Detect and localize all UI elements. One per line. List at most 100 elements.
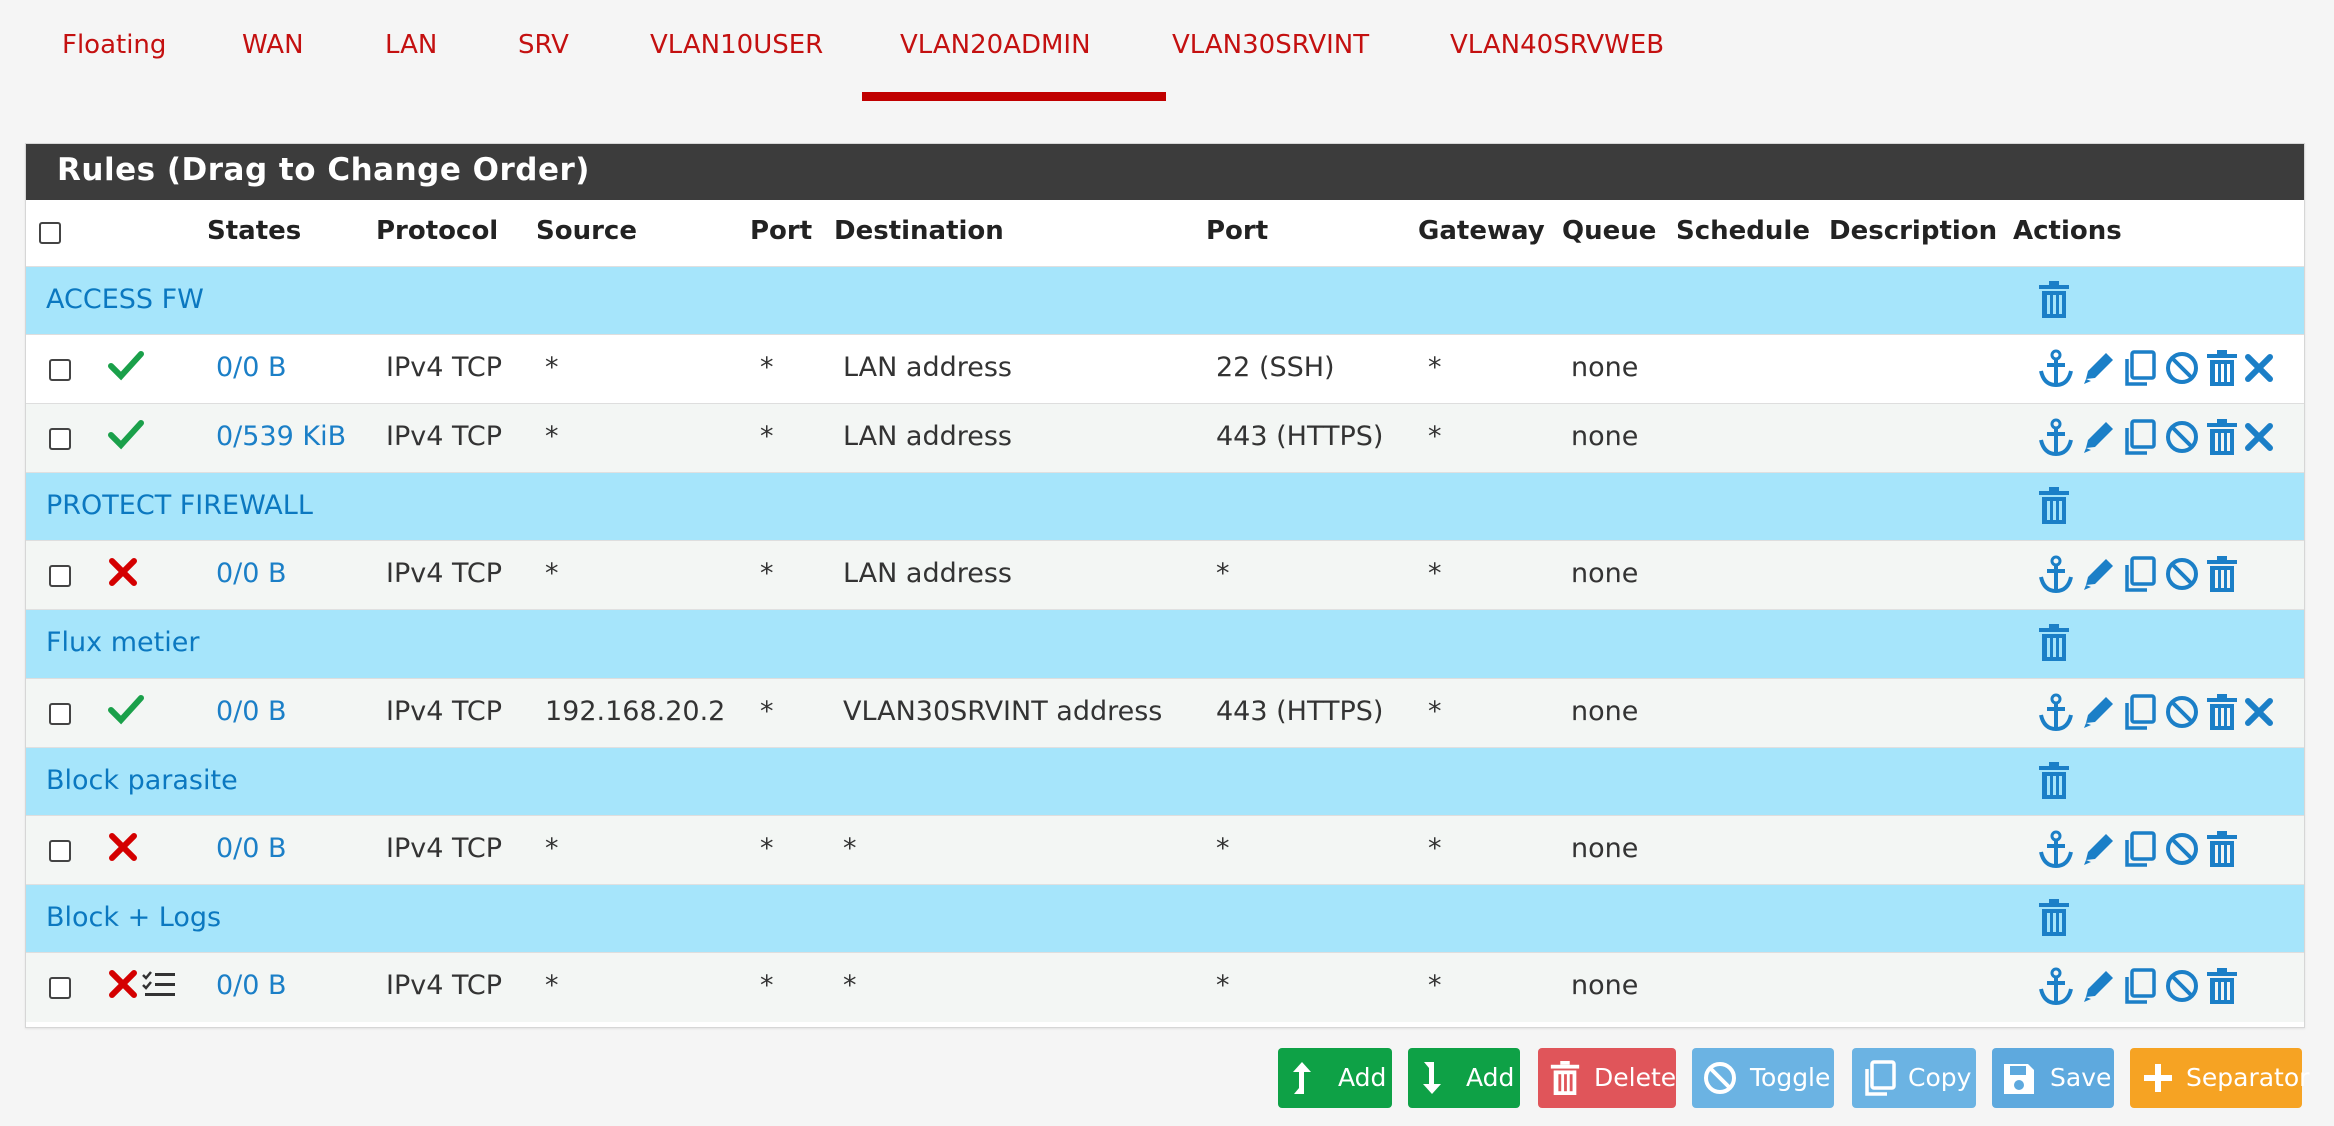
add-rule-top-button[interactable]: Add [1278, 1048, 1392, 1108]
copy-icon[interactable] [2122, 349, 2158, 387]
edit-pencil-icon[interactable] [2080, 967, 2116, 1005]
col-protocol: Protocol [376, 216, 499, 246]
separator-row[interactable]: Block + Logs [26, 884, 2304, 953]
rule-checkbox[interactable] [49, 428, 71, 450]
trash-icon[interactable] [2204, 693, 2240, 731]
rule-row[interactable]: 0/0 B IPv4 TCP 192.168.20.2 * VLAN30SRVI… [26, 678, 2304, 748]
kill-states-x-icon[interactable] [2242, 418, 2278, 456]
disable-icon[interactable] [2164, 349, 2200, 387]
edit-pencil-icon[interactable] [2080, 693, 2116, 731]
rule-states[interactable]: 0/0 B [216, 558, 287, 589]
rule-checkbox[interactable] [49, 565, 71, 587]
edit-pencil-icon[interactable] [2080, 830, 2116, 868]
interface-tabs: Floating WAN LAN SRV VLAN10USER VLAN20AD… [36, 0, 2296, 104]
col-source: Source [536, 216, 637, 246]
rule-states[interactable]: 0/0 B [216, 833, 287, 864]
tab-vlan40srvweb[interactable]: VLAN40SRVWEB [1450, 30, 1664, 60]
tab-vlan20admin[interactable]: VLAN20ADMIN [900, 30, 1091, 60]
rule-source: * [545, 833, 559, 864]
col-states: States [207, 216, 302, 246]
disable-icon[interactable] [2164, 555, 2200, 593]
delete-button[interactable]: Delete [1538, 1048, 1676, 1108]
add-rule-bottom-button[interactable]: Add [1408, 1048, 1520, 1108]
delete-separator-icon[interactable] [2038, 281, 2070, 319]
col-gateway: Gateway [1418, 216, 1545, 246]
disable-icon[interactable] [2164, 967, 2200, 1005]
separator-row[interactable]: PROTECT FIREWALL [26, 472, 2304, 541]
copy-icon[interactable] [2122, 830, 2158, 868]
rules-panel: Rules (Drag to Change Order) States Prot… [25, 143, 2305, 1028]
anchor-icon[interactable] [2038, 967, 2074, 1005]
block-x-icon[interactable] [108, 969, 138, 999]
disable-icon[interactable] [2164, 830, 2200, 868]
log-list-icon [142, 971, 175, 996]
rule-checkbox[interactable] [49, 703, 71, 725]
edit-pencil-icon[interactable] [2080, 555, 2116, 593]
trash-icon[interactable] [2204, 967, 2240, 1005]
edit-pencil-icon[interactable] [2080, 418, 2116, 456]
tab-lan[interactable]: LAN [385, 30, 437, 60]
rule-row[interactable]: 0/0 B IPv4 TCP * * * * * none [26, 815, 2304, 885]
trash-icon[interactable] [2204, 555, 2240, 593]
anchor-icon[interactable] [2038, 418, 2074, 456]
tab-floating[interactable]: Floating [62, 30, 166, 60]
save-button[interactable]: Save [1992, 1048, 2114, 1108]
trash-icon[interactable] [2204, 830, 2240, 868]
select-all-checkbox[interactable] [39, 222, 61, 244]
rule-states[interactable]: 0/0 B [216, 970, 287, 1001]
edit-pencil-icon[interactable] [2080, 349, 2116, 387]
kill-states-x-icon[interactable] [2242, 693, 2278, 731]
block-x-icon[interactable] [108, 557, 138, 587]
delete-separator-icon[interactable] [2038, 487, 2070, 525]
panel-header: Rules (Drag to Change Order) [26, 144, 2304, 200]
pass-check-icon[interactable] [108, 349, 144, 381]
delete-separator-icon[interactable] [2038, 899, 2070, 937]
anchor-icon[interactable] [2038, 693, 2074, 731]
pass-check-icon[interactable] [108, 693, 144, 725]
rule-checkbox[interactable] [49, 977, 71, 999]
rule-states[interactable]: 0/0 B [216, 696, 287, 727]
separator-label: PROTECT FIREWALL [46, 490, 313, 521]
delete-separator-icon[interactable] [2038, 762, 2070, 800]
anchor-icon[interactable] [2038, 555, 2074, 593]
rule-port: * [760, 970, 774, 1001]
pass-check-icon[interactable] [108, 418, 144, 450]
separator-row[interactable]: Flux metier [26, 609, 2304, 678]
rule-port: * [760, 833, 774, 864]
rule-port: * [760, 558, 774, 589]
separator-row[interactable]: ACCESS FW [26, 266, 2304, 335]
anchor-icon[interactable] [2038, 830, 2074, 868]
rule-checkbox[interactable] [49, 359, 71, 381]
add-top-label: Add [1338, 1063, 1387, 1092]
rule-row[interactable]: 0/0 B IPv4 TCP * * * * * none [26, 952, 2304, 1022]
rule-destination: VLAN30SRVINT address [843, 696, 1163, 727]
disable-icon[interactable] [2164, 418, 2200, 456]
disable-icon[interactable] [2164, 693, 2200, 731]
add-separator-button[interactable]: Separator [2130, 1048, 2309, 1108]
rule-row[interactable]: 0/539 KiB IPv4 TCP * * LAN address 443 (… [26, 403, 2304, 473]
copy-icon[interactable] [2122, 693, 2158, 731]
copy-icon[interactable] [2122, 967, 2158, 1005]
kill-states-x-icon[interactable] [2242, 349, 2278, 387]
tab-vlan10user[interactable]: VLAN10USER [650, 30, 823, 60]
rule-row[interactable]: 0/0 B IPv4 TCP * * LAN address * * none [26, 540, 2304, 610]
rule-checkbox[interactable] [49, 840, 71, 862]
rule-row[interactable]: 0/0 B IPv4 TCP * * LAN address 22 (SSH) … [26, 334, 2304, 404]
trash-icon[interactable] [2204, 418, 2240, 456]
copy-button[interactable]: Copy [1852, 1048, 1976, 1108]
tab-wan[interactable]: WAN [242, 30, 304, 60]
rule-dest-port: 22 (SSH) [1216, 352, 1335, 383]
separator-row[interactable]: Block parasite [26, 747, 2304, 816]
delete-separator-icon[interactable] [2038, 624, 2070, 662]
trash-icon[interactable] [2204, 349, 2240, 387]
rule-states[interactable]: 0/0 B [216, 352, 287, 383]
col-port: Port [750, 216, 813, 246]
anchor-icon[interactable] [2038, 349, 2074, 387]
copy-icon[interactable] [2122, 555, 2158, 593]
toggle-button[interactable]: Toggle [1692, 1048, 1834, 1108]
tab-vlan30srvint[interactable]: VLAN30SRVINT [1172, 30, 1369, 60]
rule-states[interactable]: 0/539 KiB [216, 421, 346, 452]
copy-icon[interactable] [2122, 418, 2158, 456]
tab-srv[interactable]: SRV [518, 30, 569, 60]
block-x-icon[interactable] [108, 832, 138, 862]
